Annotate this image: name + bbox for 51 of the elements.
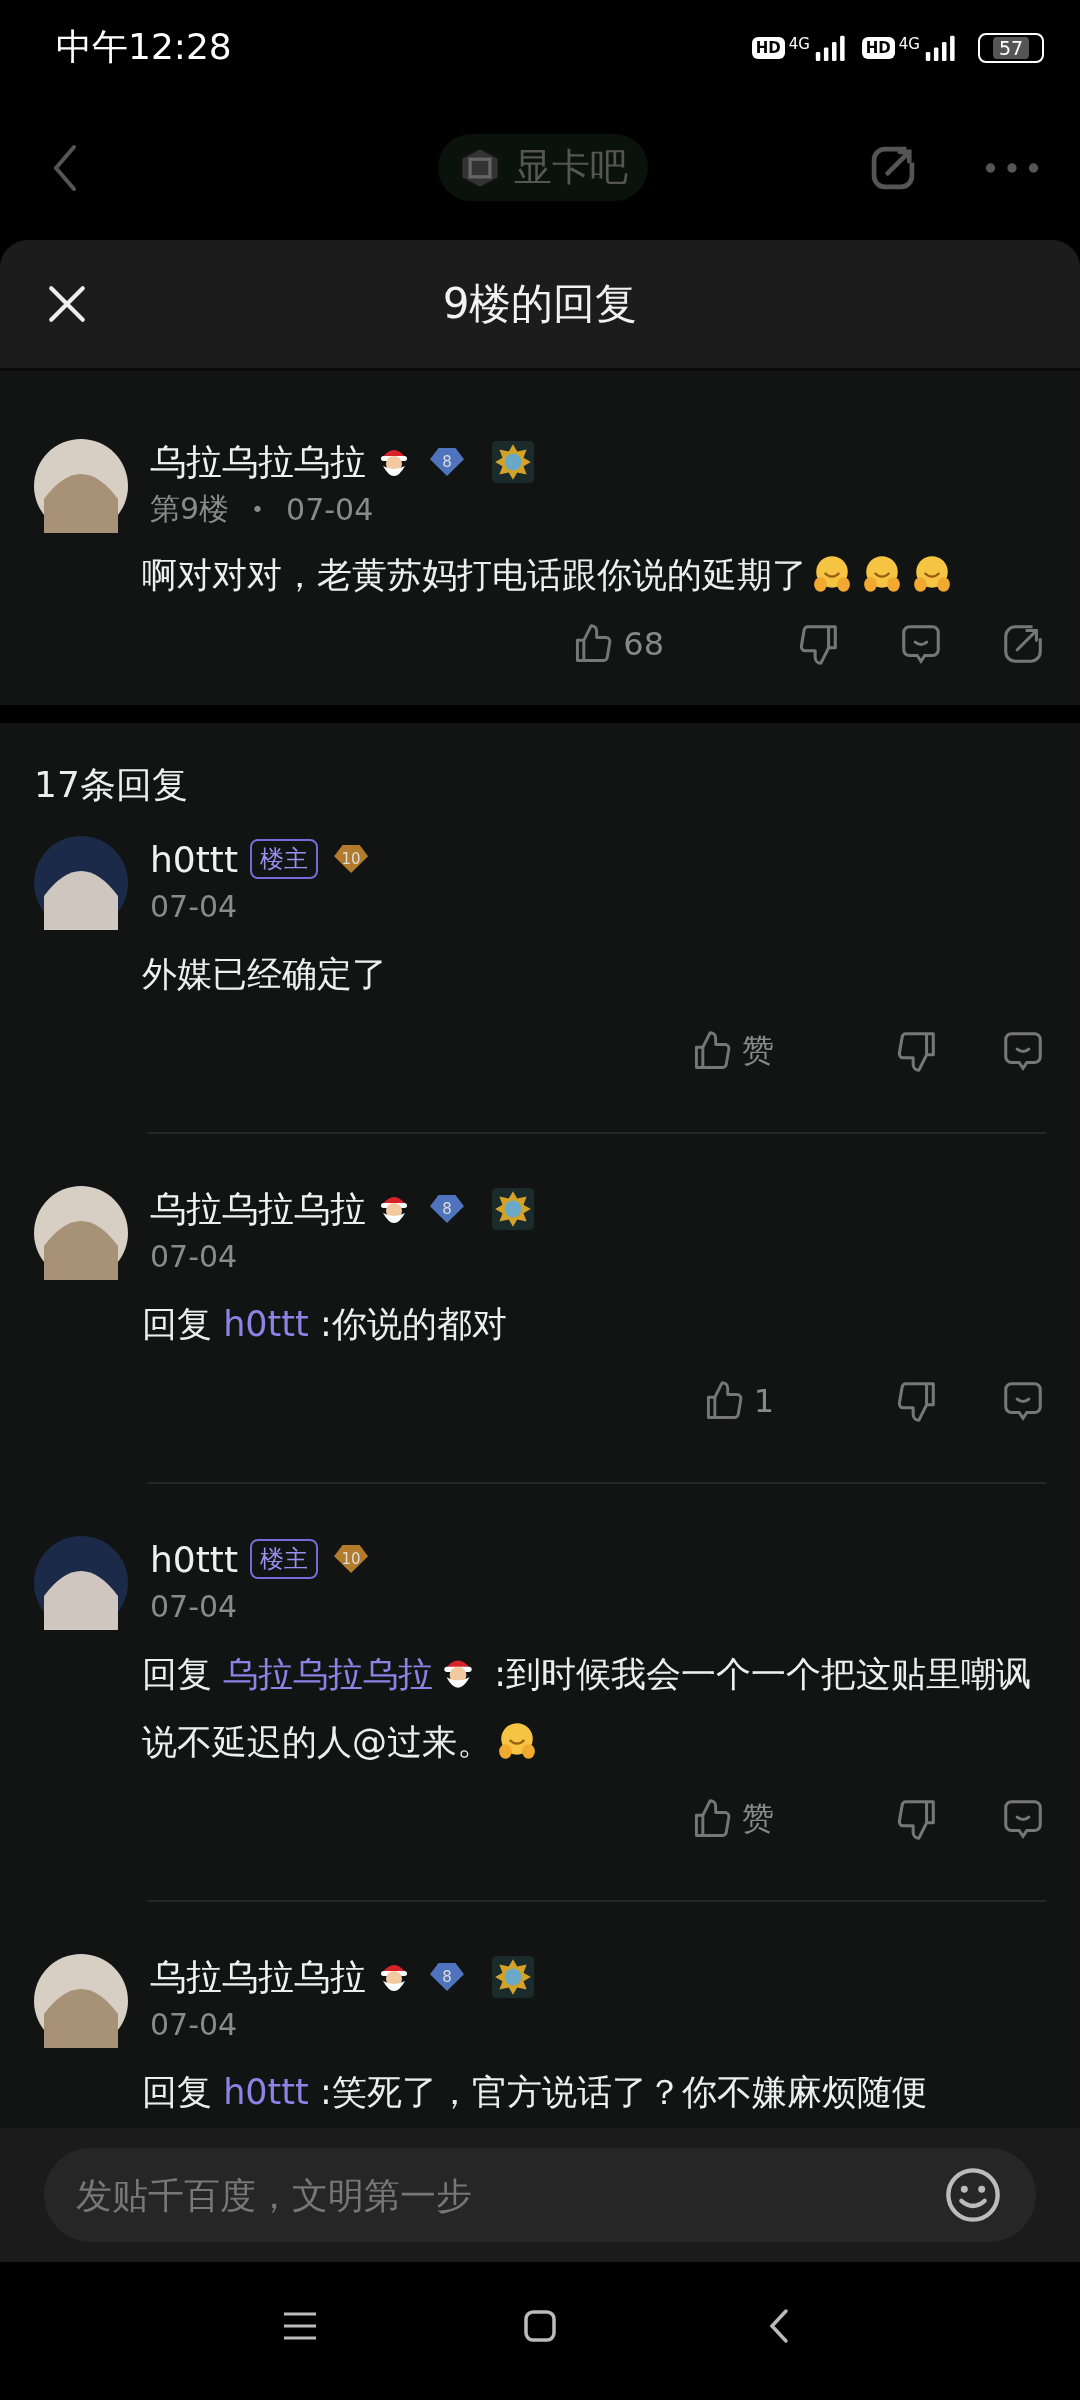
- battery-icon: 57: [978, 32, 1044, 63]
- level-badge: 8: [430, 1195, 464, 1223]
- hd-badge: HD: [751, 36, 785, 59]
- hug-emoji-icon: [861, 553, 903, 595]
- level-badge: 8: [430, 448, 464, 476]
- separator-dot: •: [251, 496, 265, 522]
- op-badge: 楼主: [250, 1539, 319, 1579]
- close-icon[interactable]: [46, 283, 88, 325]
- level-badge: 8: [430, 1963, 464, 1991]
- hug-emoji-icon: [911, 553, 953, 595]
- medal-icon: [492, 441, 534, 483]
- post-date: 07-04: [286, 491, 374, 527]
- post-date: 07-04: [150, 1588, 238, 1624]
- username[interactable]: 乌拉乌拉乌拉: [150, 1952, 366, 2002]
- comment-text: 回复 h0ttt :笑死了，官方说话了？你不嫌麻烦随便: [142, 2071, 928, 2114]
- medal-icon: [492, 1956, 534, 1998]
- username[interactable]: h0ttt: [150, 838, 239, 880]
- post-date: 07-04: [150, 2006, 238, 2042]
- op-badge: 楼主: [250, 839, 319, 879]
- mention-link[interactable]: h0ttt: [223, 2072, 309, 2112]
- level-badge: 10: [334, 1545, 369, 1573]
- like-button[interactable]: 68: [571, 622, 664, 666]
- username[interactable]: 乌拉乌拉乌拉: [150, 1184, 366, 1234]
- comment-input[interactable]: 发贴千百度，文明第一步: [44, 2148, 1036, 2242]
- emoji-icon[interactable]: [944, 2166, 1002, 2224]
- username[interactable]: 乌拉乌拉乌拉: [150, 437, 366, 487]
- like-button[interactable]: 赞: [690, 1029, 774, 1073]
- reply-count: 17条回复: [33, 763, 189, 807]
- like-button[interactable]: 赞: [690, 1797, 774, 1841]
- like-button[interactable]: 1: [701, 1379, 774, 1423]
- forum-logo-icon: [458, 145, 502, 190]
- username[interactable]: h0ttt: [150, 1538, 239, 1580]
- hug-emoji-icon: [811, 553, 853, 595]
- hug-emoji-icon: [496, 1720, 538, 1762]
- floor-number: 第9楼: [150, 489, 230, 528]
- sheet-title: 9楼的回复: [442, 278, 638, 330]
- comment-text: 回复 乌拉乌拉乌拉 :到时候我会一个一个把这贴里嘲讽说不延迟的人@过来。: [142, 1651, 1033, 1764]
- hd-badge: HD: [861, 36, 895, 59]
- medal-icon: [492, 1188, 534, 1230]
- mention-link[interactable]: 乌拉乌拉乌拉: [223, 1654, 434, 1694]
- level-badge: 10: [334, 845, 369, 873]
- comment-text: 回复 h0ttt :你说的都对: [142, 1303, 508, 1346]
- network-type: 4G: [788, 34, 810, 53]
- mention-link[interactable]: h0ttt: [223, 1304, 309, 1344]
- more-icon[interactable]: [984, 160, 1040, 175]
- status-time: 中午12:28: [56, 25, 232, 69]
- comment-text: 外媒已经确定了: [142, 953, 388, 996]
- post-date: 07-04: [150, 1238, 238, 1274]
- post-date: 07-04: [150, 888, 238, 924]
- comment-text: 啊对对对，老黄苏妈打电话跟你说的延期了: [142, 541, 1080, 609]
- network-type: 4G: [898, 34, 920, 53]
